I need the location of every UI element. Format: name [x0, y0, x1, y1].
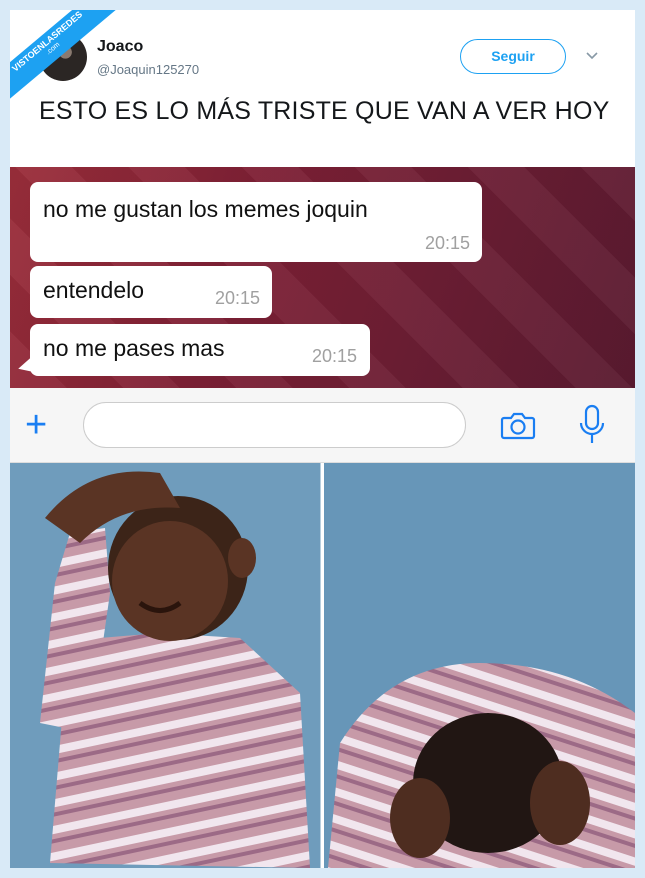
message-time: 20:15: [311, 346, 357, 366]
author-name[interactable]: Joaco: [97, 38, 143, 56]
message-text: no me pases mas: [43, 335, 225, 361]
photo-left-panel: [10, 463, 322, 868]
plus-icon[interactable]: +: [25, 406, 47, 444]
message-text: no me gustan los memes joquin: [43, 196, 368, 222]
tweet-text: ESTO ES LO MÁS TRISTE QUE VAN A VER HOY: [39, 97, 610, 125]
microphone-icon[interactable]: [577, 403, 607, 447]
tweet-card: VISTOENLASREDES .com Joaco @Joaquin12527…: [10, 10, 635, 868]
author-handle[interactable]: @Joaquin125270: [97, 62, 199, 77]
chat-screenshot: no me gustan los memes joquin 20:15 ente…: [10, 167, 635, 388]
meme-photo[interactable]: [10, 463, 635, 868]
message-time: 20:15: [214, 288, 260, 308]
chat-bubble: entendelo 20:15: [30, 266, 272, 318]
chevron-down-icon[interactable]: [585, 48, 599, 64]
message-time: 20:15: [424, 233, 470, 253]
camera-icon[interactable]: [498, 405, 538, 445]
message-input[interactable]: [83, 402, 466, 448]
photo-right-panel: [324, 463, 635, 868]
follow-button[interactable]: Seguir: [460, 39, 566, 74]
message-text: entendelo: [43, 277, 145, 303]
chat-bubble: no me gustan los memes joquin 20:15: [30, 182, 482, 262]
chat-bubble: no me pases mas 20:15: [30, 324, 370, 376]
chat-input-bar: +: [10, 388, 635, 463]
